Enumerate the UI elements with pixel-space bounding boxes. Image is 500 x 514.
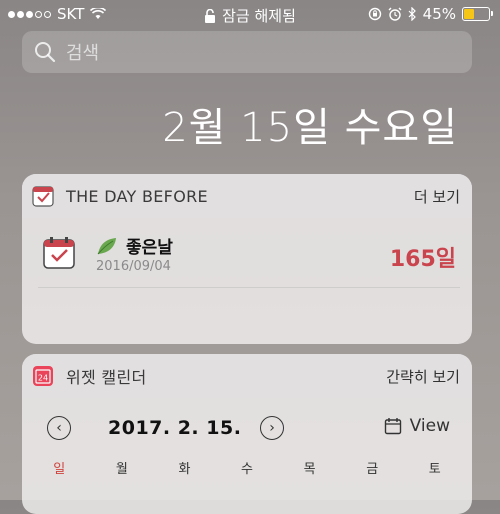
calendar-current-date: 2017. 2. 15. [108,417,242,439]
next-button[interactable]: › [260,416,284,440]
calendar-check-icon [43,237,75,269]
calendar-nav: ‹ 2017. 2. 15. › View [22,398,472,458]
weekday-fri: 금 [366,462,379,477]
battery-percent: 45% [422,5,456,23]
show-more-button[interactable]: 더 보기 [414,186,460,207]
calendar-widget-header: 24 위젯 캘린더 간략히 보기 [22,354,472,398]
dday-app-icon [32,186,54,207]
leaf-icon [97,237,116,254]
view-button[interactable]: View [384,416,450,436]
view-label: View [409,416,450,436]
divider [38,287,460,288]
weekday-tue: 화 [178,462,191,477]
date-header: 2월 15일 수요일 [162,105,458,151]
chevron-right-icon: › [269,420,275,436]
search-input[interactable]: 검색 [66,39,99,65]
battery-icon [462,7,493,21]
calendar-widget: 24 위젯 캘린더 간략히 보기 ‹ 2017. 2. 15. › View 일… [22,354,472,514]
dday-item[interactable]: 좋은날 2016/09/04 165일 [22,218,472,288]
search-bar[interactable]: 검색 [22,31,472,73]
chevron-left-icon: ‹ [56,420,62,436]
dday-widget: THE DAY BEFORE 더 보기 좋은날 2016/09/04 165일 [22,174,472,344]
unlock-status-label: 잠금 해제됨 [222,7,296,25]
calendar-app-icon: 24 [33,366,53,386]
weekday-thu: 목 [303,462,316,477]
battery-level-fill [464,9,474,19]
calendar-widget-title: 위젯 캘린더 [66,368,147,387]
calendar-icon [384,418,401,435]
unlock-icon [205,8,216,23]
alarm-icon [388,7,402,21]
search-icon [35,42,56,63]
prev-button[interactable]: ‹ [47,416,71,440]
dday-widget-header: THE DAY BEFORE 더 보기 [22,174,472,218]
dday-item-count: 165일 [389,247,456,272]
dday-item-name-row: 좋은날 [96,233,173,258]
weekday-mon: 월 [115,462,128,477]
weekday-sun: 일 [53,462,66,477]
dday-item-date: 2016/09/04 [96,259,171,274]
weekday-sat: 토 [428,462,441,477]
bluetooth-icon [408,7,416,21]
weekday-header: 일 월 화 수 목 금 토 [22,458,472,488]
dday-widget-title: THE DAY BEFORE [66,186,208,206]
weekday-wed: 수 [241,462,253,477]
status-bar: SKT 잠금 해제됨 45% [0,0,500,28]
status-right: 45% [368,5,493,23]
calendar-app-icon-number: 24 [38,374,48,383]
dday-item-name: 좋은날 [126,238,173,258]
rotation-lock-icon [368,7,381,21]
show-less-button[interactable]: 간략히 보기 [386,366,460,387]
